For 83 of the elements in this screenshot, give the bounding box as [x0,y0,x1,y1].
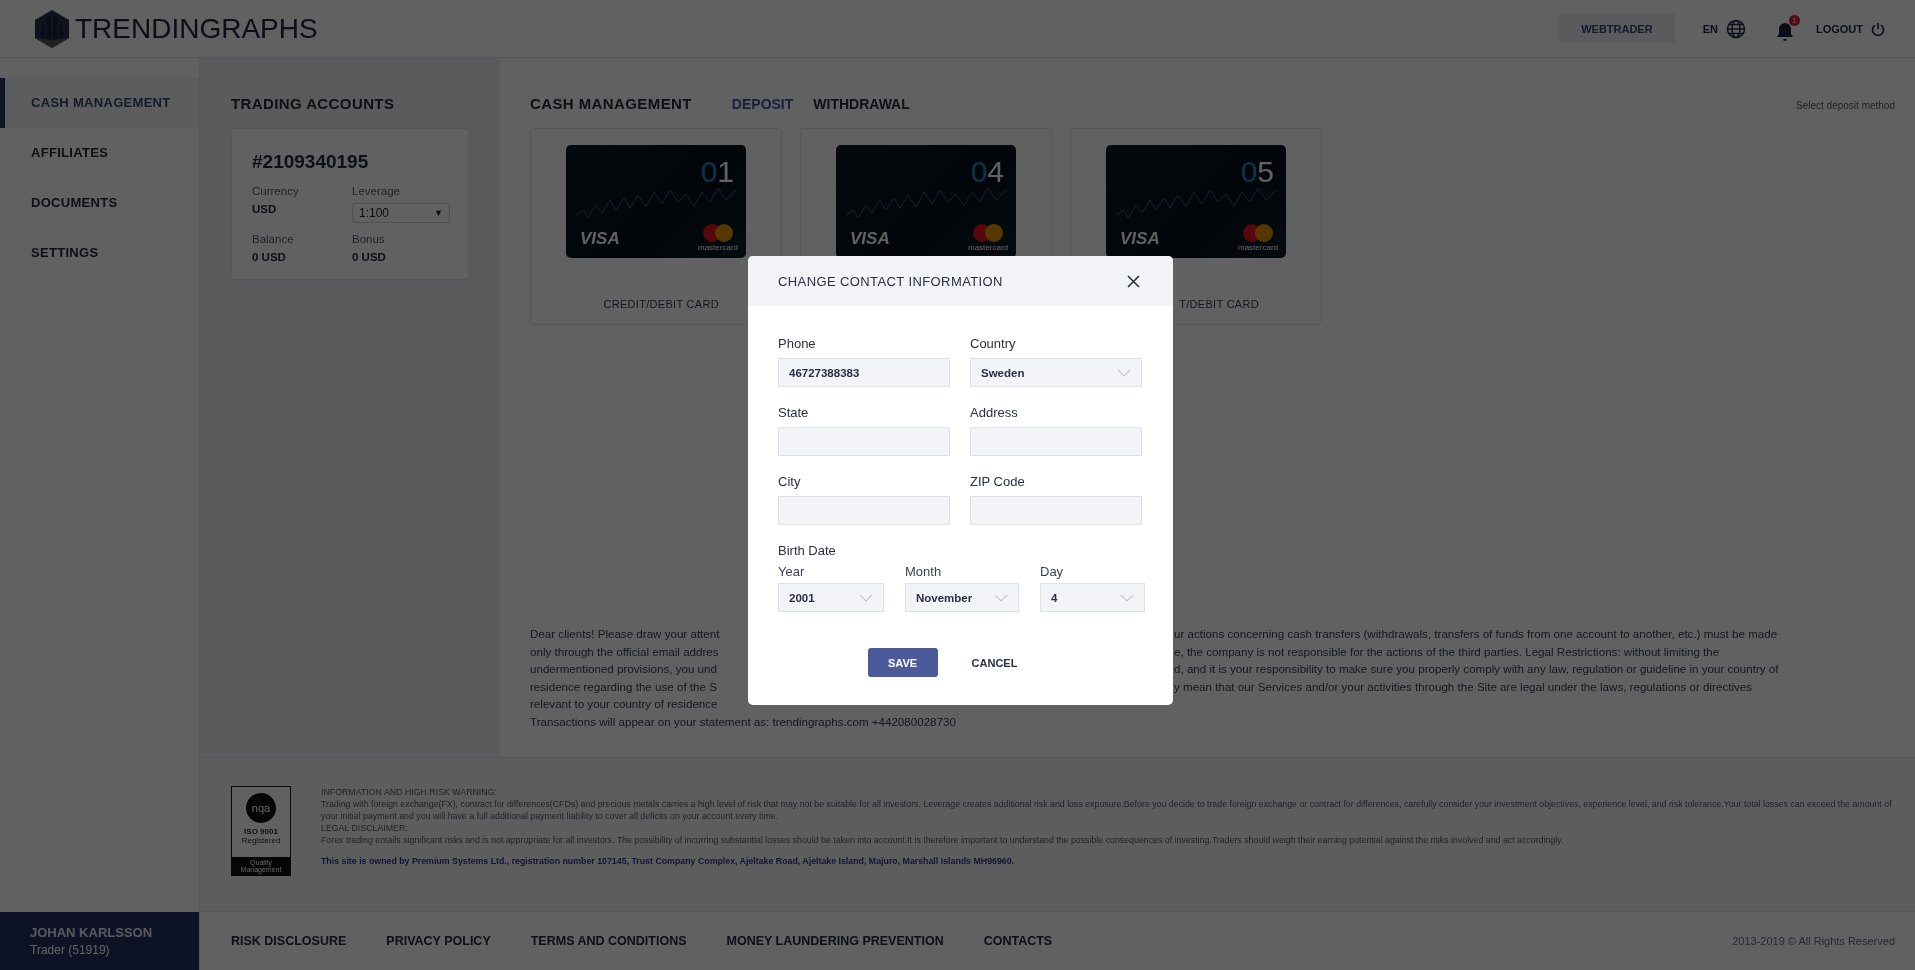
notice-text: ur actions concerning cash transfers (withdrawals, transfers of funds from one account to another, etc.) must be made [1174,626,1779,642]
select-field[interactable]: 2001 [778,583,884,612]
field-label: Leverage [352,185,401,197]
sidebar-item[interactable]: CASH MANAGEMENT [0,78,199,128]
visa-logo: VISA [850,229,890,249]
input-field[interactable] [970,496,1142,525]
cancel-button[interactable]: CANCEL [965,648,1024,677]
footer-link[interactable]: CONTACTS [983,934,1053,949]
chevron-icon [1120,593,1134,602]
input-field[interactable] [778,427,950,456]
notice-text: undermentioned provisions, you und [530,661,718,677]
field-label: Address [970,405,1019,420]
field-label: City [778,474,802,489]
tab[interactable]: DEPOSIT [731,96,794,112]
save-button[interactable]: SAVE [867,648,938,677]
field-label: Month [905,564,943,579]
field-label: Currency [252,185,300,197]
notice-text: y mean that our Services and/or your activities through the Site are legal under the laws, regulations or directives [1174,678,1754,695]
notice-text: only through the official email addres [530,643,720,660]
chevron-icon [859,593,873,602]
footer-link[interactable]: RISK DISCLOSURE [231,934,347,949]
notification-badge: 1 [1788,15,1800,26]
field-label: ZIP Code [970,474,1026,489]
logout-link[interactable]: LOGOUT [1815,22,1863,35]
section-title: CASH MANAGEMENT [530,95,692,112]
field-value: USD [252,203,278,215]
card-number: 04 [970,155,1004,189]
logo-text: TRENDINGRAPHS [75,12,318,45]
input-field[interactable] [778,496,950,525]
user-name: JOHAN KARLSSON [30,925,154,940]
user-role: Trader (51919) [30,943,111,957]
webtrader-button[interactable]: WEBTRADER [1559,14,1675,43]
input-field[interactable] [970,427,1142,456]
copyright-text: 2013-2019 © All Rights Reserved [1732,935,1895,948]
card-number: 01 [700,155,734,189]
field-label: State [778,405,810,420]
sidebar-item[interactable]: SETTINGS [0,228,199,278]
notice-text: relevant to your country of residence [530,696,719,712]
sidebar-item[interactable]: AFFILIATES [0,128,199,178]
field-value: 0 USD [352,251,387,263]
mastercard-logo: mastercard [1238,223,1278,252]
field-label: Year [778,564,806,579]
hint-text: Select deposit method [1796,100,1895,111]
notice-text: d, and it is your responsibility to make sure you properly comply with any law, regulation or guideline in your country of [1174,661,1780,677]
chevron-icon [994,593,1008,602]
input-field[interactable]: 46727388383 [778,358,950,387]
field-label: Bonus [352,233,386,245]
method-label: CREDIT/DEBIT CARD [603,298,720,310]
mastercard-logo: mastercard [968,223,1008,252]
method-label: T/DEBIT CARD [1179,298,1260,310]
section-title: TRADING ACCOUNTS [231,95,396,112]
owner-text: This site is owned by Premium Systems Ltd., registration number 107145, Trust Company Complex, Ajeltake Road, Ajeltake Island, Majuro, Marshall Islands MH96960. [321,855,1016,868]
field-label: Country [970,336,1017,351]
power-icon[interactable] [1871,21,1885,36]
statement-text: Transactions will appear on your statement as: trendingraphs.com +442080028730 [530,713,957,730]
card-number: 05 [1240,155,1274,189]
footer-link[interactable]: TERMS AND CONDITIONS [530,934,687,949]
field-label: Day [1040,564,1065,579]
leverage-select[interactable]: 1:100 ▼ [352,203,450,223]
footer-link[interactable]: PRIVACY POLICY [386,934,491,949]
field-label: Phone [778,336,817,351]
select-field[interactable]: Sweden [970,358,1142,387]
globe-icon[interactable] [1725,18,1746,39]
field-value: 0 USD [252,251,287,263]
field-label: Birth Date [778,543,837,558]
visa-logo: VISA [1120,229,1160,249]
notice-text: Dear clients! Please draw your attent [530,626,721,642]
select-field[interactable]: November [905,583,1019,612]
tab[interactable]: WITHDRAWAL [813,96,910,112]
field-label: Balance [252,233,295,245]
notice-text: e, the company is not responsible for the actions of the third parties. Legal Restrictions: without limiting the [1174,643,1721,660]
footer-link[interactable]: MONEY LAUNDERING PREVENTION [726,934,944,949]
notice-text: residence regarding the use of the S [530,678,718,695]
close-icon[interactable] [1127,274,1140,288]
visa-logo: VISA [580,229,620,249]
chevron-icon [1117,368,1131,377]
logo-icon [35,9,69,48]
account-number: #2109340195 [252,151,370,173]
select-field[interactable]: 4 [1040,583,1145,612]
payment-method-card[interactable]: 05 VISA mastercard T/DEBIT CARD [1070,128,1322,325]
mastercard-logo: mastercard [698,223,738,252]
sidebar-item[interactable]: DOCUMENTS [0,178,199,228]
language-selector[interactable]: EN [1702,22,1718,35]
